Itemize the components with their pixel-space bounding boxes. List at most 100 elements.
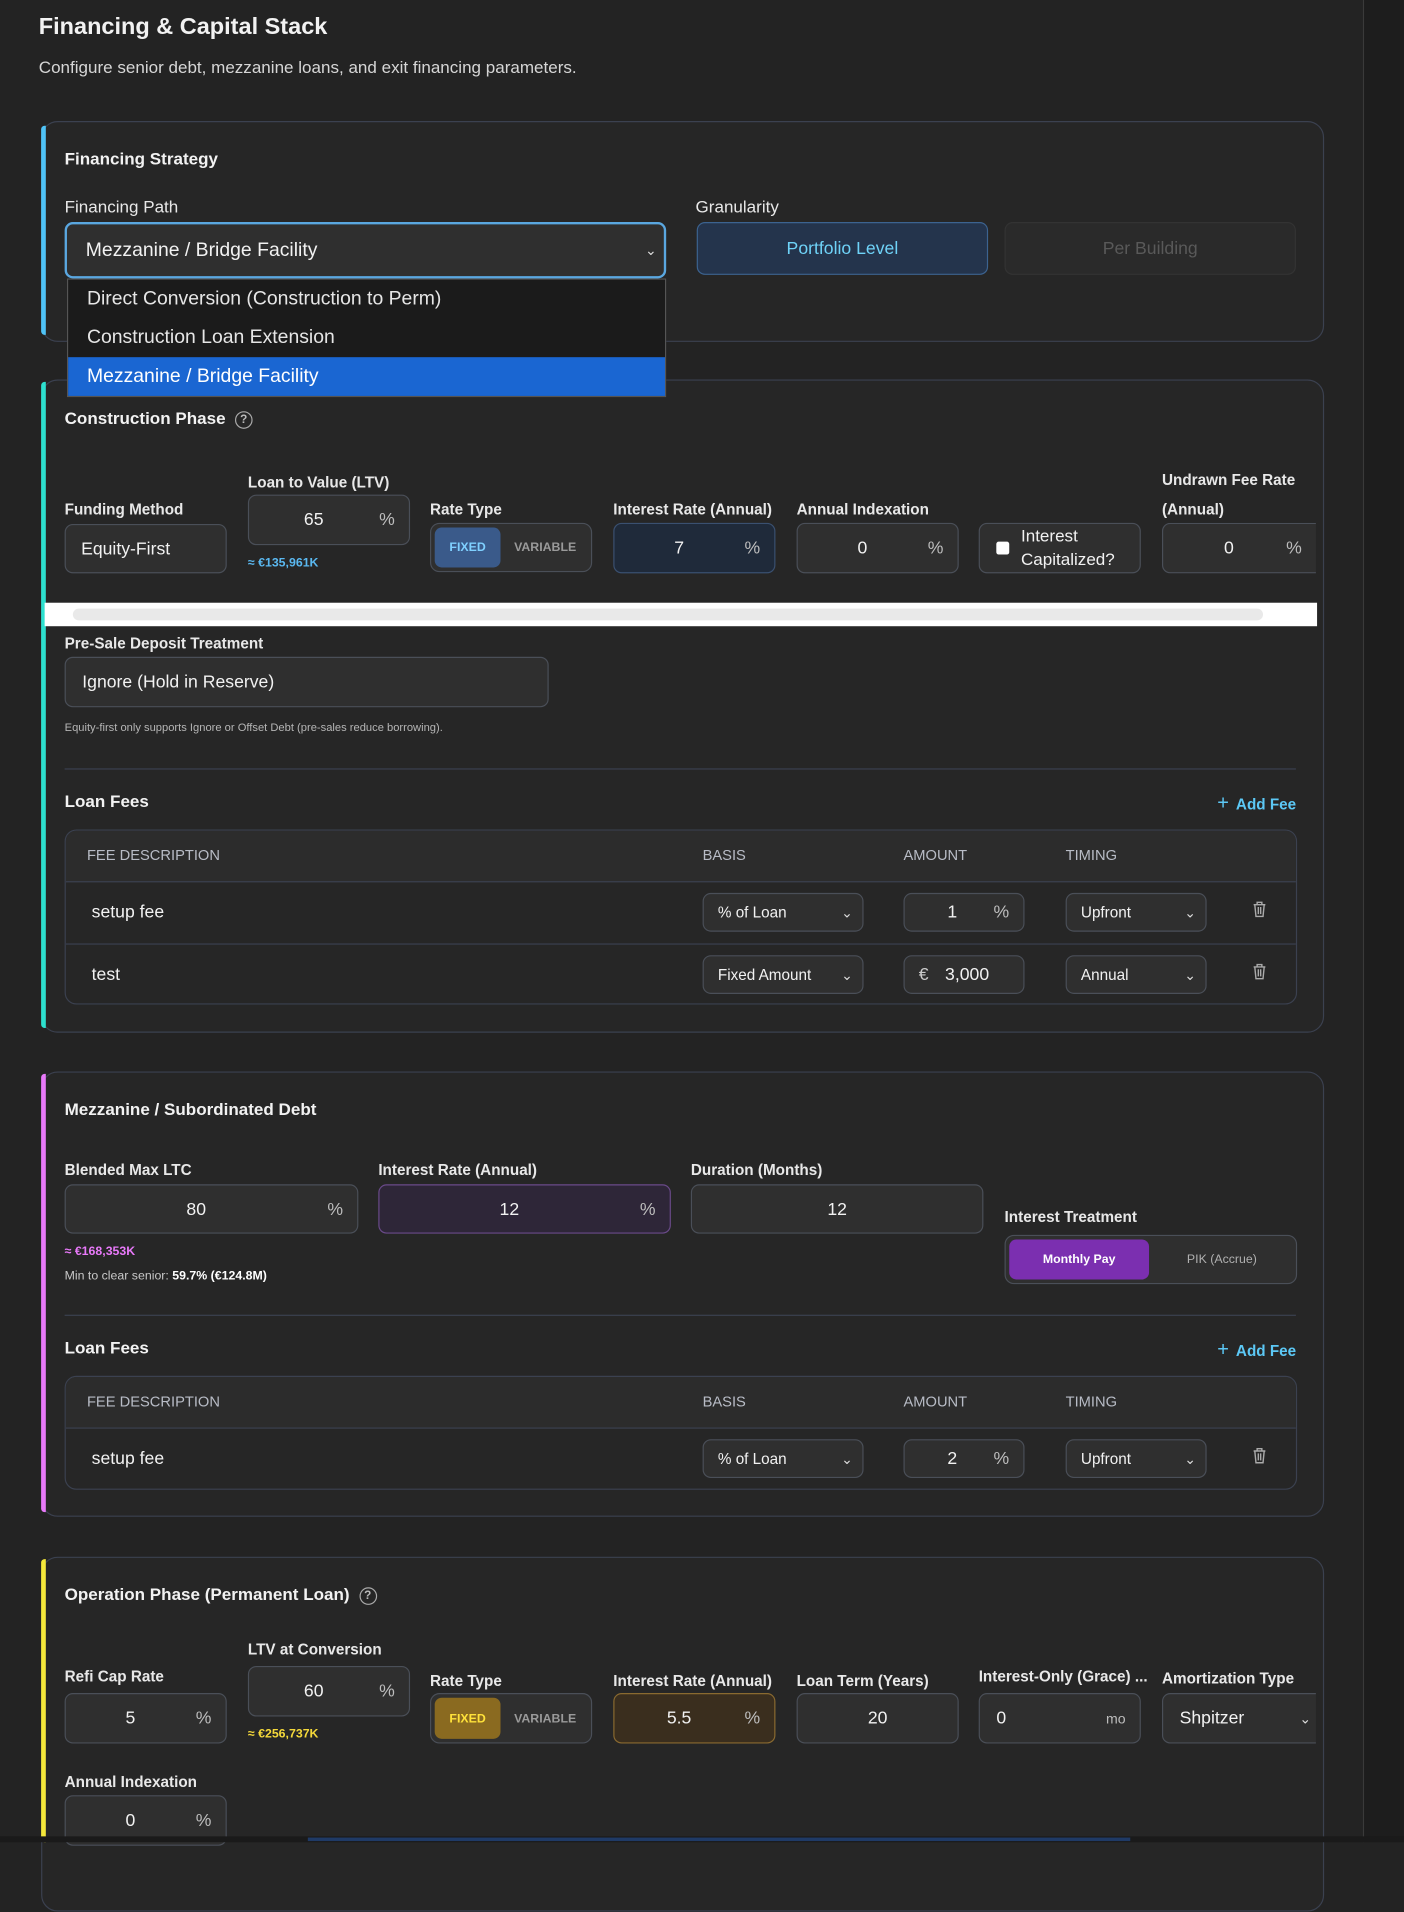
interest-rate-label: Interest Rate (Annual) (613, 500, 773, 519)
funding-method-field[interactable]: Equity-First (64, 524, 227, 574)
value: 0 (125, 1810, 136, 1831)
mezz-interest-input[interactable]: 12% (378, 1184, 671, 1234)
fee-timing-select[interactable]: Upfront ⌄ (1065, 1439, 1207, 1479)
card-accent (41, 381, 46, 1029)
option-direct-conversion[interactable]: Direct Conversion (Construction to Perm) (68, 280, 665, 319)
fee-amount-input[interactable]: 2% (903, 1439, 1025, 1479)
value: 60 (303, 1681, 324, 1702)
min-clear-value: 59.7% (€124.8M) (172, 1268, 267, 1283)
value: 80 (186, 1198, 207, 1219)
rate-type-toggle: FIXED VARIABLE (430, 522, 593, 573)
treatment-monthly-pay[interactable]: Monthly Pay (1009, 1239, 1150, 1280)
fee-timing-select[interactable]: Annual ⌄ (1065, 955, 1207, 994)
chevron-down-icon: ⌄ (1184, 966, 1197, 983)
loan-fees-title: Loan Fees (64, 1339, 149, 1359)
financing-path-label: Financing Path (64, 198, 179, 218)
value: 2 (947, 1448, 958, 1469)
rate-type-fixed[interactable]: FIXED (434, 1697, 501, 1739)
add-fee-label: Add Fee (1235, 1341, 1297, 1360)
divider (64, 1314, 1296, 1316)
option-construction-extension[interactable]: Construction Loan Extension (68, 318, 665, 357)
chevron-down-icon: ⌄ (1299, 1710, 1312, 1727)
loan-term-label: Loan Term (Years) (796, 1671, 929, 1690)
min-clear-senior: Min to clear senior: 59.7% (€124.8M) (65, 1269, 267, 1283)
euro-prefix: € (918, 964, 929, 985)
interest-treatment-label: Interest Treatment (1004, 1207, 1137, 1226)
chevron-down-icon: ⌄ (841, 1450, 853, 1467)
trash-icon[interactable] (1252, 1447, 1266, 1464)
option-mezzanine-bridge[interactable]: Mezzanine / Bridge Facility (68, 357, 665, 396)
value: 7 (674, 538, 684, 559)
interest-capitalized-checkbox[interactable]: Interest Capitalized? (978, 522, 1141, 574)
fee-amount-input[interactable]: 1% (903, 892, 1025, 932)
fee-description[interactable]: setup fee (92, 902, 165, 922)
indexation-label: Annual Indexation (796, 500, 929, 519)
presale-select[interactable]: Ignore (Hold in Reserve) (64, 656, 549, 708)
months-suffix: mo (1105, 1710, 1126, 1727)
presale-note: Equity-first only supports Ignore or Off… (64, 721, 443, 735)
interest-only-label: Interest-Only (Grace) ... (978, 1667, 1148, 1685)
granularity-label: Granularity (695, 198, 779, 218)
ltc-input[interactable]: 80% (64, 1184, 359, 1234)
min-clear-label: Min to clear senior: (64, 1268, 169, 1283)
amortization-label: Amortization Type (1161, 1669, 1295, 1688)
checkbox-icon[interactable] (996, 541, 1010, 555)
trash-icon[interactable] (1252, 963, 1266, 980)
section-title: Mezzanine / Subordinated Debt (64, 1100, 317, 1120)
table-header: FEE DESCRIPTION BASIS AMOUNT TIMING (65, 1376, 1296, 1429)
value: 65 (303, 509, 324, 530)
granularity-per-building-button[interactable]: Per Building (1004, 222, 1296, 275)
fee-basis-select[interactable]: Fixed Amount ⌄ (702, 955, 864, 994)
add-fee-button[interactable]: + Add Fee (1217, 1338, 1296, 1361)
value: % of Loan (717, 1449, 787, 1468)
help-icon[interactable]: ? (234, 410, 253, 429)
chevron-down-icon: ⌄ (1184, 1450, 1197, 1467)
fee-timing-select[interactable]: Upfront ⌄ (1065, 892, 1207, 932)
rate-type-fixed[interactable]: FIXED (434, 527, 501, 568)
granularity-portfolio-button[interactable]: Portfolio Level (696, 222, 989, 275)
scrollbar-thumb[interactable] (72, 608, 1264, 621)
fee-description[interactable]: test (92, 965, 120, 985)
scrollbar-thumb[interactable] (307, 1837, 1131, 1842)
header-amount: AMOUNT (903, 847, 968, 864)
interest-only-input[interactable]: 0 mo (978, 1693, 1141, 1744)
interest-rate-input[interactable]: 5.5% (613, 1693, 776, 1744)
fee-basis-select[interactable]: % of Loan ⌄ (702, 892, 864, 932)
fee-description[interactable]: setup fee (92, 1449, 165, 1469)
interest-rate-input[interactable]: 7% (613, 522, 776, 574)
card-accent (41, 1073, 46, 1513)
divider (64, 768, 1296, 770)
rate-type-variable[interactable]: VARIABLE (503, 528, 588, 568)
indexation-input[interactable]: 0% (796, 522, 959, 574)
trash-icon[interactable] (1252, 901, 1266, 918)
ltv-input[interactable]: 65% (247, 494, 411, 546)
fee-basis-select[interactable]: % of Loan ⌄ (702, 1439, 864, 1479)
header-timing: TIMING (1065, 847, 1118, 864)
loan-fees-title: Loan Fees (64, 793, 149, 812)
value: Upfront (1080, 1449, 1132, 1468)
cap-rate-input[interactable]: 5% (64, 1693, 227, 1744)
amortization-select[interactable]: Shpitzer ⌄ (1161, 1693, 1316, 1744)
duration-input[interactable]: 12 (690, 1184, 984, 1234)
ltv-conversion-input[interactable]: 60% (247, 1666, 411, 1717)
chevron-down-icon: ⌄ (841, 904, 853, 921)
percent-suffix: % (195, 1708, 212, 1729)
value: 0 (996, 1708, 1007, 1729)
value: Shpitzer (1179, 1708, 1245, 1729)
undrawn-fee-input[interactable]: 0% (1161, 522, 1316, 574)
financing-path-select[interactable]: Mezzanine / Bridge Facility ⌄ (64, 222, 667, 279)
fee-amount-input[interactable]: €3,000 (903, 955, 1025, 994)
rate-type-variable[interactable]: VARIABLE (503, 1698, 588, 1739)
section-title: Construction Phase? (65, 410, 253, 429)
help-icon[interactable]: ? (358, 1586, 377, 1605)
add-fee-button[interactable]: + Add Fee (1217, 792, 1296, 815)
percent-suffix: % (327, 1198, 344, 1219)
loan-term-input[interactable]: 20 (796, 1693, 959, 1744)
treatment-pik[interactable]: PIK (Accrue) (1151, 1240, 1292, 1280)
value: 3,000 (945, 964, 990, 985)
page-horizontal-scrollbar[interactable] (0, 1836, 1404, 1843)
checkbox-label: Interest Capitalized? (1020, 526, 1115, 570)
header-amount: AMOUNT (903, 1393, 968, 1410)
percent-suffix: % (639, 1198, 656, 1219)
horizontal-scrollbar[interactable] (44, 602, 1318, 627)
